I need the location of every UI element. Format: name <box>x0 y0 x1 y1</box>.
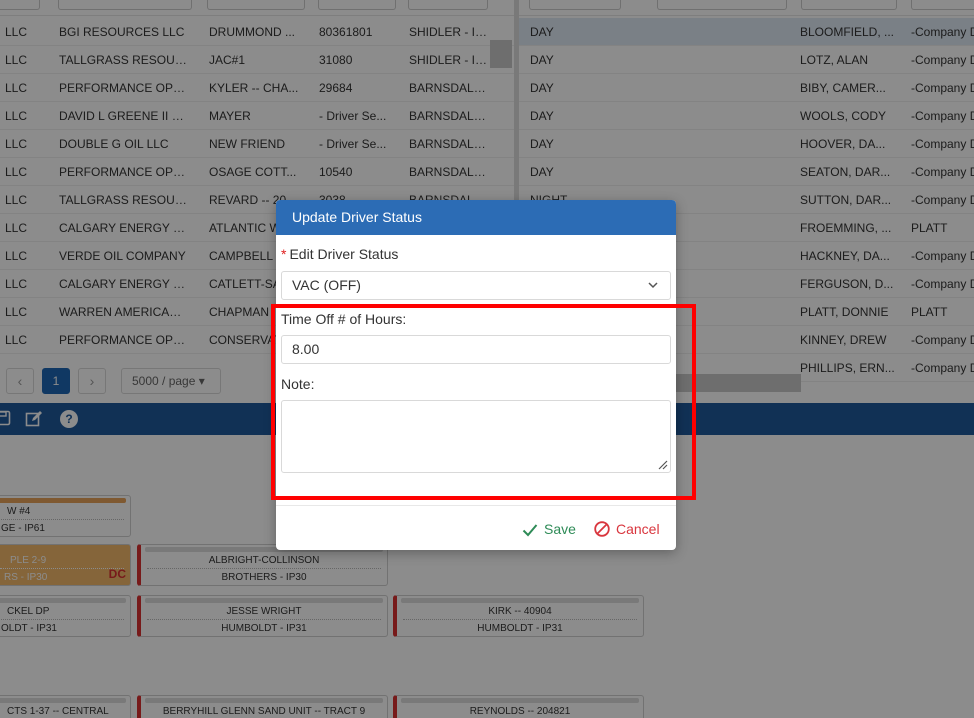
status-label-text: Edit Driver Status <box>289 246 399 262</box>
highlight-box <box>271 304 696 500</box>
dialog-divider <box>276 505 676 506</box>
cancel-label: Cancel <box>616 521 660 537</box>
cancel-button[interactable]: Cancel <box>594 518 660 540</box>
save-button[interactable]: Save <box>522 518 576 540</box>
cancel-icon <box>594 521 610 537</box>
status-field-label: * Edit Driver Status <box>281 246 398 262</box>
save-label: Save <box>544 521 576 537</box>
driver-status-value: VAC (OFF) <box>292 277 361 293</box>
check-icon <box>522 524 538 537</box>
dialog-title: Update Driver Status <box>276 200 676 235</box>
driver-status-select[interactable]: VAC (OFF) <box>281 271 671 300</box>
chevron-down-icon <box>648 282 658 289</box>
required-mark: * <box>281 246 287 262</box>
